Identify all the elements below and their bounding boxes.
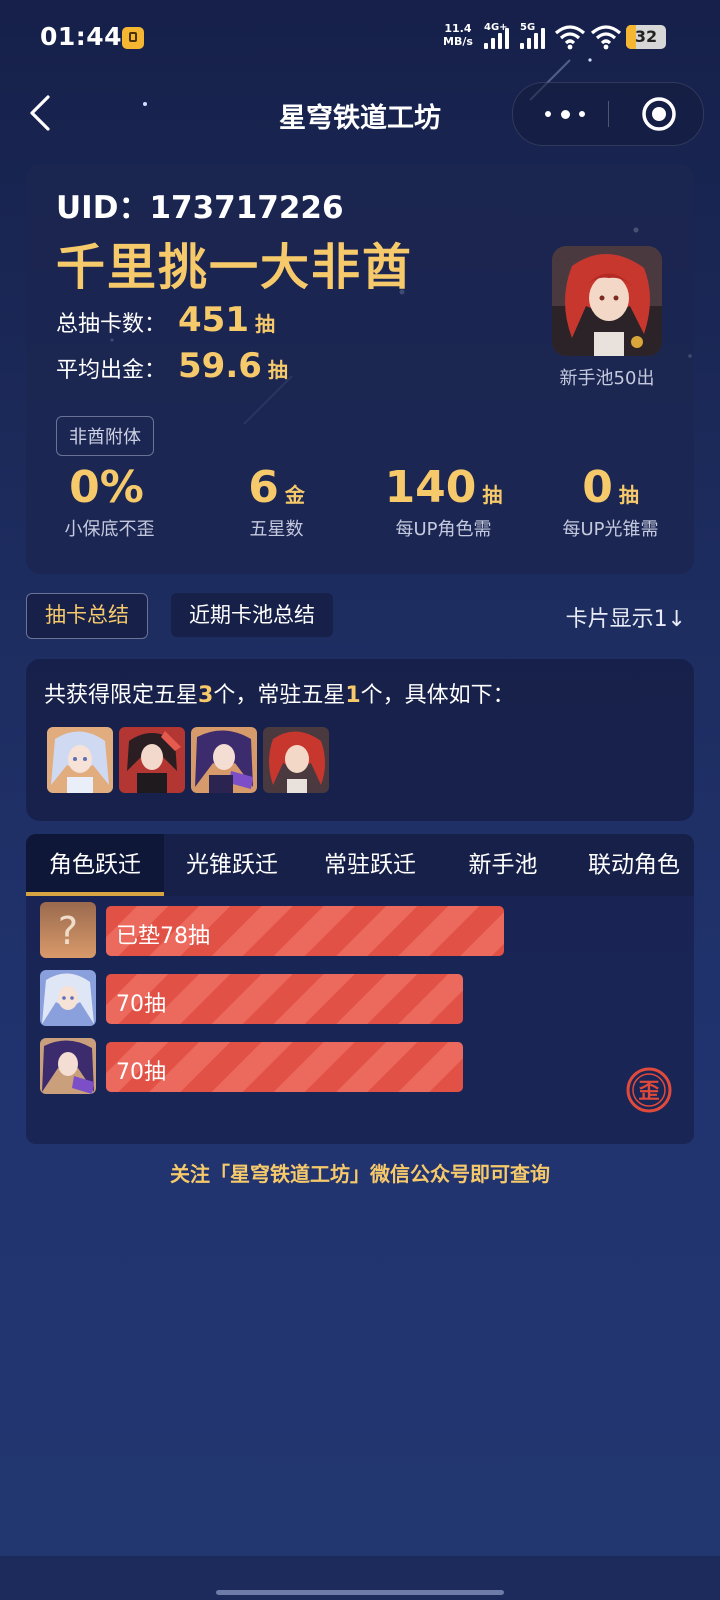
metric-value: 0% <box>69 462 144 513</box>
metric-unit: 抽 <box>482 483 503 507</box>
metric-no-lose-5050: 0% 小保底不歪 <box>26 462 193 541</box>
svg-text:?: ? <box>58 909 78 953</box>
pull-bar: 70抽 <box>106 974 463 1024</box>
character-thumb[interactable] <box>119 727 185 793</box>
tab-lightcone-warp[interactable]: 光锥跃迁 <box>164 834 300 896</box>
metric-unit: 金 <box>284 483 305 507</box>
summary-prefix: 共获得限定五星 <box>44 683 199 708</box>
average-pulls-value: 59.6 <box>178 346 262 386</box>
close-mini-program-icon[interactable] <box>641 96 677 132</box>
metric-label: 每UP光锥需 <box>562 519 659 540</box>
total-pulls-unit: 抽 <box>255 312 275 336</box>
signal-icon <box>520 27 548 49</box>
rank-title: 千里挑一大非酋 <box>56 239 414 296</box>
signal-icon <box>484 27 512 49</box>
tab-standard-warp[interactable]: 常驻跃迁 <box>300 834 440 896</box>
metric-value: 6 <box>248 462 279 513</box>
clock: 01:44 <box>40 22 123 51</box>
mini-program-capsule <box>512 82 704 146</box>
tab-character-warp[interactable]: 角色跃迁 <box>26 834 164 896</box>
wifi-icon <box>590 25 622 50</box>
tab-gacha-summary[interactable]: 抽卡总结 <box>26 593 148 639</box>
metric-pulls-per-up-character: 140 抽 每UP角色需 <box>360 462 527 541</box>
metric-pulls-per-up-lightcone: 0抽 每UP光锥需 <box>527 462 694 541</box>
character-avatar <box>40 1038 96 1094</box>
network-speed-value: 11.4 <box>444 22 472 35</box>
character-avatar <box>552 246 662 356</box>
average-pulls: 平均出金： 59.6 抽 <box>56 346 288 386</box>
tab-collab-character[interactable]: 联动角色 <box>566 834 694 896</box>
metric-value: 140 <box>384 462 477 513</box>
more-options-icon[interactable] <box>537 99 597 129</box>
profile-card: UID：173717226 千里挑一大非酋 总抽卡数： 451 抽 平均出金： 59.… <box>26 164 694 574</box>
status-bar: 01:44 11.4 MB/s 4G+ 5G 32 <box>0 0 720 76</box>
total-pulls-label: 总抽卡数： <box>56 312 167 337</box>
character-thumb[interactable] <box>191 727 257 793</box>
summary-suffix: 个，具体如下： <box>360 683 515 708</box>
capsule-divider <box>608 101 609 127</box>
pull-history-list: ? 已垫78抽 70抽 70抽 歪 <box>26 896 694 1144</box>
standard-five-star-count: 1 <box>345 683 361 708</box>
pull-bar: 已垫78抽 <box>106 906 504 956</box>
network-speed: 11.4 MB/s <box>443 22 473 48</box>
average-pulls-label: 平均出金： <box>56 358 167 383</box>
tab-recent-pool-summary[interactable]: 近期卡池总结 <box>171 593 333 637</box>
battery-icon: 32 <box>626 25 666 49</box>
badge-text: 歪 <box>639 1079 660 1103</box>
luck-tag: 非酋附体 <box>56 416 154 456</box>
network-speed-unit: MB/s <box>443 35 473 48</box>
character-avatar <box>40 970 96 1026</box>
card-display-selector[interactable]: 卡片显示1↓ <box>566 601 686 633</box>
metric-value: 0 <box>582 462 613 513</box>
tab-beginner-warp[interactable]: 新手池 <box>440 834 566 896</box>
summary-tabs: 抽卡总结 近期卡池总结 卡片显示1↓ <box>26 593 694 641</box>
total-pulls: 总抽卡数： 451 抽 <box>56 300 275 340</box>
notification-app-icon <box>122 27 144 49</box>
uid-label: UID：173717226 <box>56 190 344 226</box>
follow-wechat-note: 关注「星穹铁道工坊」微信公众号即可查询 <box>170 1162 550 1186</box>
five-star-summary: 共获得限定五星3个，常驻五星1个，具体如下： <box>26 659 694 821</box>
character-thumb[interactable] <box>47 727 113 793</box>
avatar-caption: 新手池50出 <box>559 368 655 389</box>
total-pulls-value: 451 <box>178 300 249 340</box>
home-indicator[interactable] <box>216 1590 504 1595</box>
metric-label: 小保底不歪 <box>64 519 155 540</box>
wifi-icon <box>554 25 586 50</box>
limited-five-star-count: 3 <box>198 683 214 708</box>
pull-bar-label: 70抽 <box>116 1060 166 1085</box>
metric-unit: 抽 <box>618 483 639 507</box>
pull-bar-label: 已垫78抽 <box>116 924 210 949</box>
summary-text: 共获得限定五星3个，常驻五星1个，具体如下： <box>44 677 515 709</box>
summary-middle: 个，常驻五星 <box>213 683 346 708</box>
lost-5050-badge-icon: 歪 <box>626 1067 672 1113</box>
nav-bar: 星穹铁道工坊 <box>0 76 720 152</box>
average-pulls-unit: 抽 <box>267 358 288 382</box>
metric-label: 五星数 <box>249 519 304 540</box>
battery-level: 32 <box>634 27 658 46</box>
pull-bar-label: 70抽 <box>116 992 166 1017</box>
pull-bar: 70抽 <box>106 1042 463 1092</box>
metric-label: 每UP角色需 <box>395 519 492 540</box>
character-thumb[interactable] <box>263 727 329 793</box>
unknown-character-icon: ? <box>40 902 96 958</box>
pool-tabs: 角色跃迁 光锥跃迁 常驻跃迁 新手池 联动角色 <box>26 834 694 896</box>
metric-five-star-count: 6金 五星数 <box>193 462 360 541</box>
